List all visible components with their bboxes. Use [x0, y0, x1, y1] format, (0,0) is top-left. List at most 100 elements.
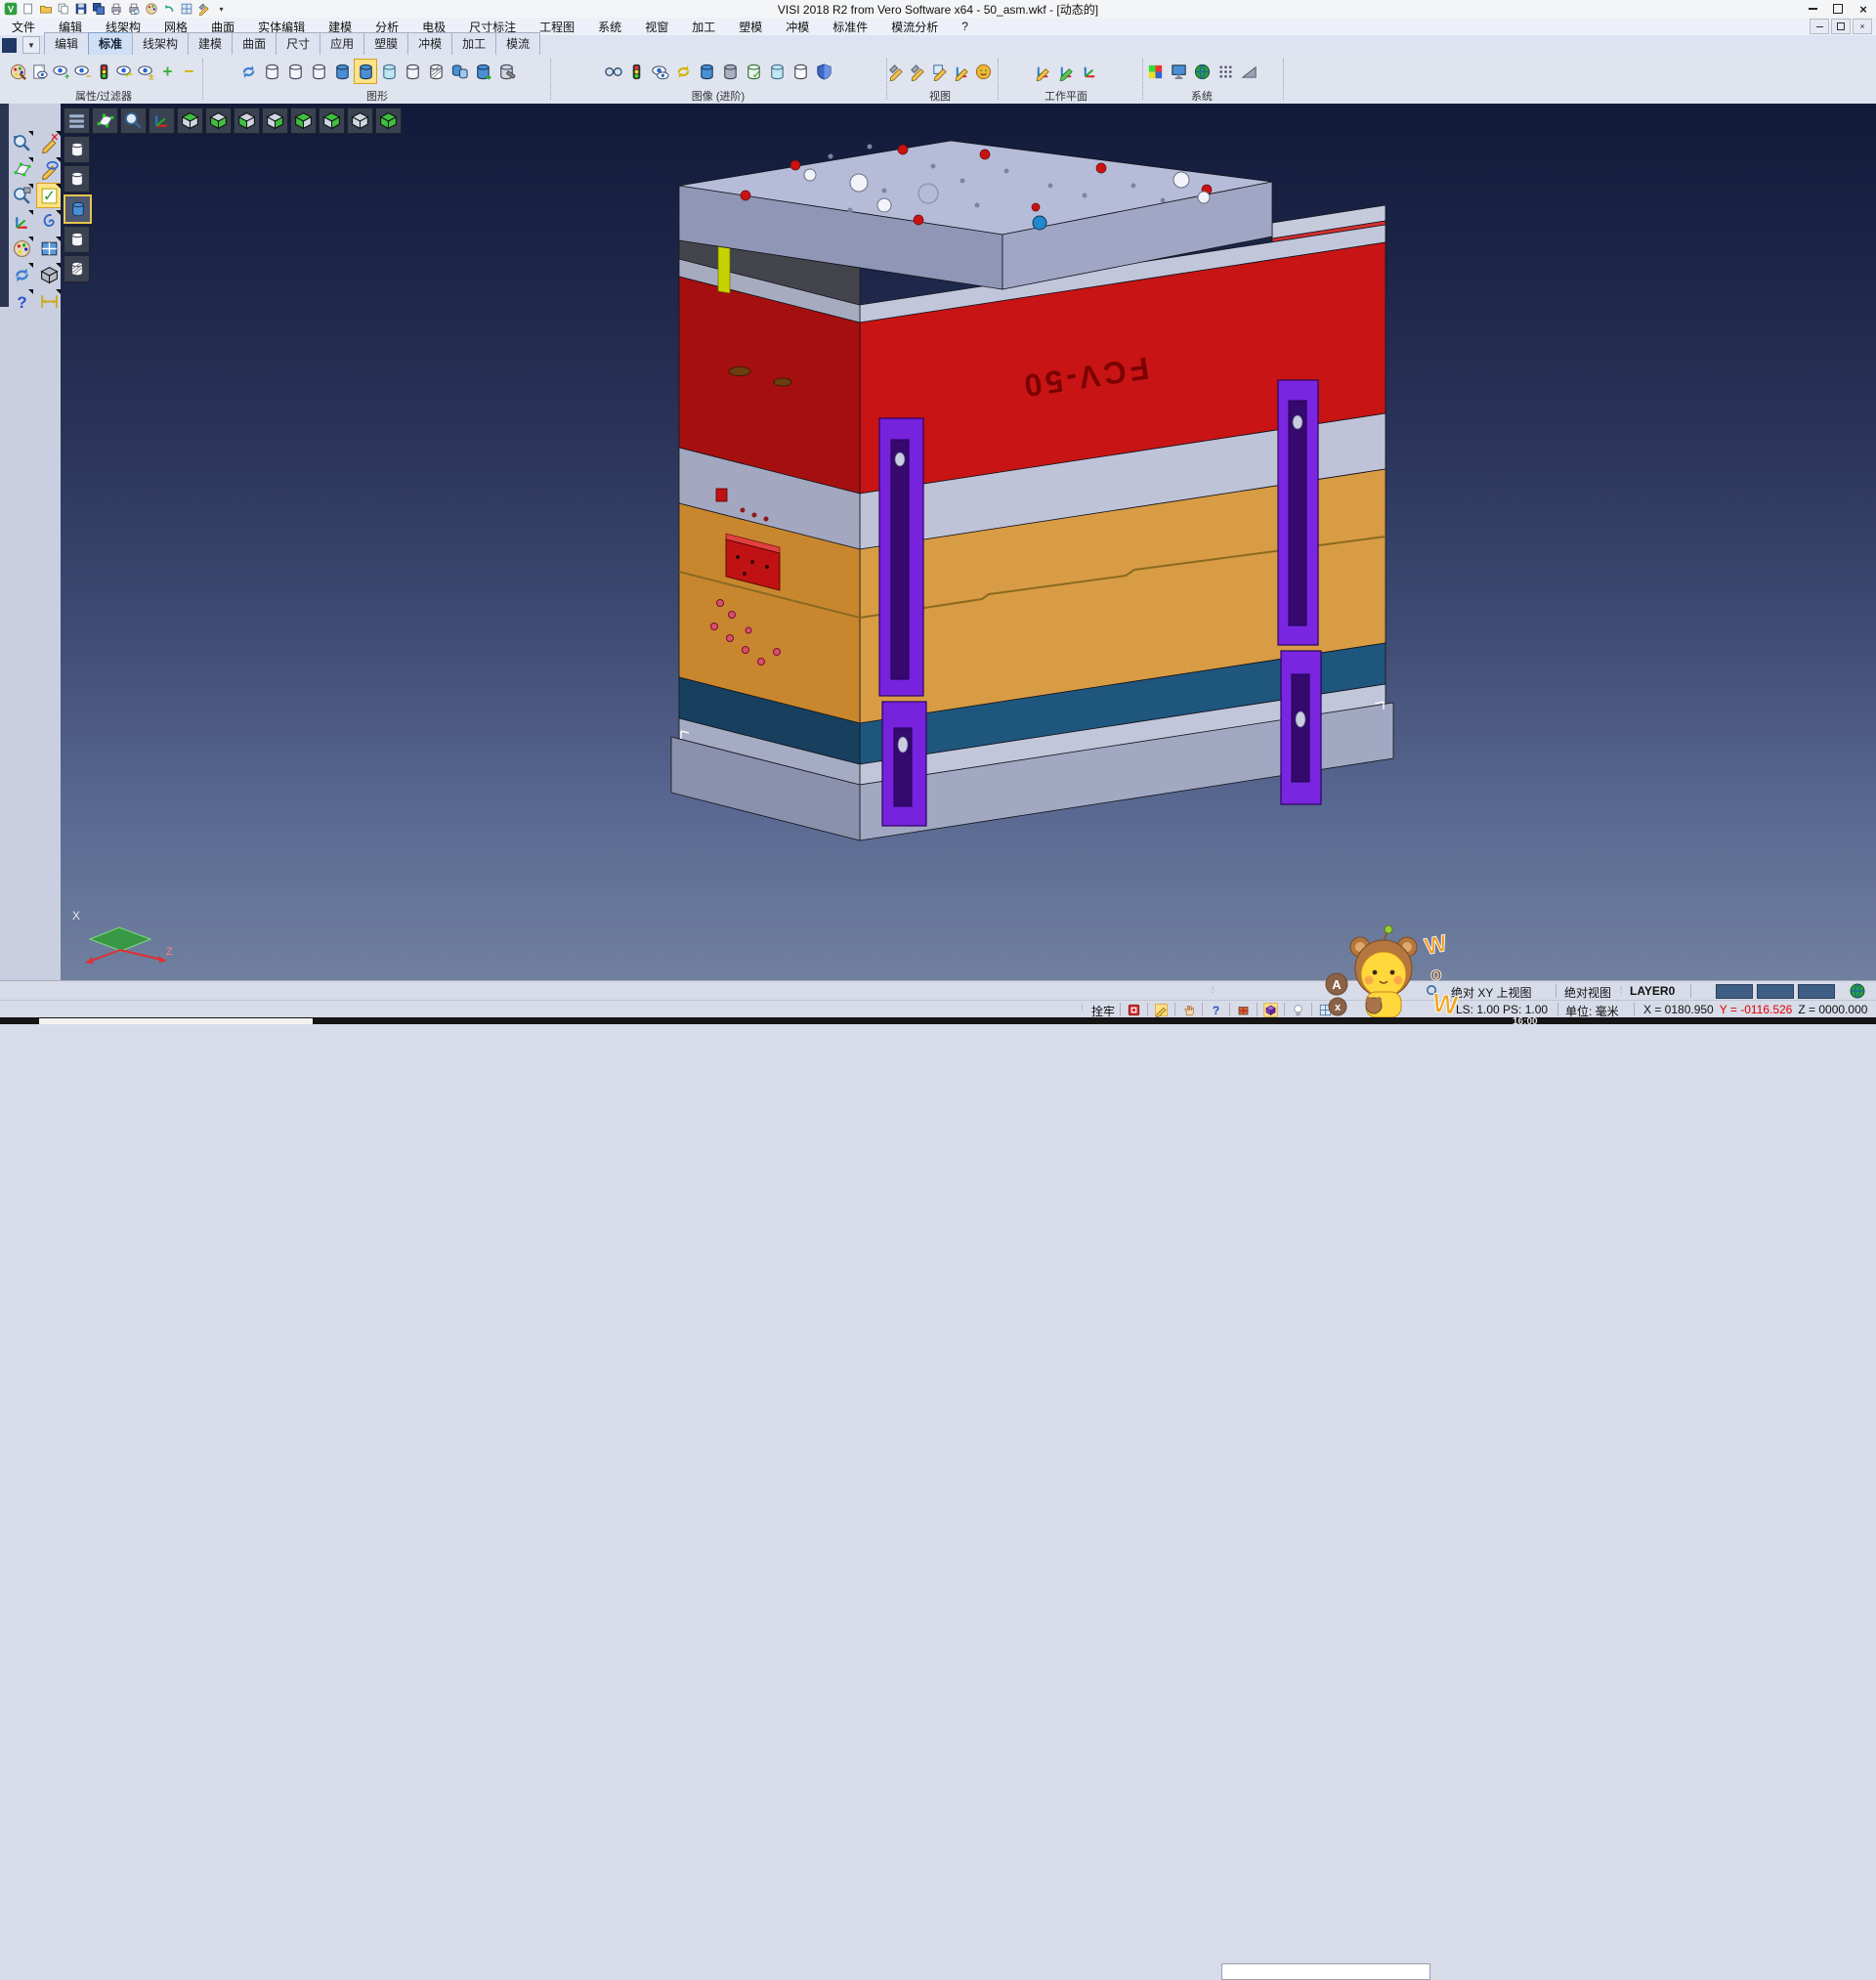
tab-建模[interactable]: 建模: [188, 32, 233, 55]
tab-线架构[interactable]: 线架构: [132, 32, 189, 55]
cube-right-icon[interactable]: [262, 108, 288, 134]
menu-item-15[interactable]: 冲模: [774, 18, 821, 36]
view-reference-label[interactable]: 绝对视图: [1564, 984, 1611, 1001]
cylinder-outline-icon[interactable]: [64, 136, 90, 163]
checkbox-green-icon[interactable]: ✓: [37, 184, 61, 207]
toolbar-options-dropdown-icon[interactable]: ▼: [22, 36, 40, 54]
clamp-red-icon[interactable]: [1126, 1002, 1142, 1017]
monitor-blue-icon[interactable]: [1167, 59, 1190, 84]
axes-triad-icon[interactable]: [10, 210, 33, 234]
pencil-delete-icon[interactable]: ×: [37, 131, 61, 154]
shield-blue-icon[interactable]: [812, 59, 835, 84]
eye-plusminus-icon[interactable]: ±: [136, 59, 157, 84]
print-icon[interactable]: [108, 2, 123, 16]
tab-编辑[interactable]: 编辑: [44, 32, 89, 55]
cube-bottom-icon[interactable]: [205, 108, 232, 134]
cylinder-hatched-icon[interactable]: [424, 59, 448, 84]
tab-标准[interactable]: 标准: [88, 32, 133, 55]
search-input[interactable]: [1221, 1963, 1430, 1980]
menu-item-13[interactable]: 加工: [680, 18, 727, 36]
column-check-icon[interactable]: ✓: [742, 59, 765, 84]
taskbar-item[interactable]: [39, 1018, 313, 1024]
cube-back-icon[interactable]: [319, 108, 345, 134]
maximize-button[interactable]: [1825, 1, 1851, 17]
open-file-icon[interactable]: [38, 2, 53, 16]
edit-yellow-icon[interactable]: [1153, 1002, 1170, 1017]
package-box-icon[interactable]: [1235, 1002, 1252, 1017]
column-blue-icon[interactable]: [695, 59, 718, 84]
eye-remove-icon[interactable]: −: [71, 59, 93, 84]
new-file-icon[interactable]: [21, 2, 35, 16]
tab-曲面[interactable]: 曲面: [232, 32, 277, 55]
tab-模流[interactable]: 模流: [495, 32, 540, 55]
refresh-blue-icon[interactable]: [10, 263, 33, 286]
cylinder-hatched-icon[interactable]: [64, 255, 90, 282]
globe-green-icon[interactable]: [1190, 59, 1214, 84]
color-grid-icon[interactable]: [1143, 59, 1167, 84]
save-file-icon[interactable]: [73, 2, 88, 16]
cube-left-icon[interactable]: [234, 108, 260, 134]
wrench-pencil-icon[interactable]: [907, 59, 928, 84]
pencil-grid-icon[interactable]: [929, 59, 951, 84]
close-button[interactable]: ×: [1851, 1, 1876, 17]
cylinder-wrench-icon[interactable]: [494, 59, 518, 84]
ramp-gray-icon[interactable]: [1237, 59, 1260, 84]
help-question-icon[interactable]: ?: [10, 289, 33, 313]
globe-icon[interactable]: [1850, 983, 1865, 999]
column-outline-icon[interactable]: [789, 59, 812, 84]
cylinder-blue-active-icon[interactable]: [64, 194, 92, 224]
grab-hand-icon[interactable]: [1180, 1002, 1197, 1017]
menu-item-0[interactable]: 文件: [0, 18, 47, 36]
tab-加工[interactable]: 加工: [451, 32, 496, 55]
tab-应用[interactable]: 应用: [320, 32, 364, 55]
axes-view-icon[interactable]: [149, 108, 175, 134]
pencil-ellipse-icon[interactable]: [37, 157, 61, 181]
cylinder-blue-icon[interactable]: [330, 59, 354, 84]
wrench-pencil-icon[interactable]: [885, 59, 907, 84]
grid-icon[interactable]: [179, 2, 193, 16]
eye-layers-icon[interactable]: [648, 59, 671, 84]
dot-grid-icon[interactable]: [1214, 59, 1237, 84]
cube-solid-icon[interactable]: [375, 108, 402, 134]
menu-item-18[interactable]: ?: [950, 19, 980, 34]
tab-冲模[interactable]: 冲模: [407, 32, 452, 55]
pencil-axis-icon[interactable]: [951, 59, 972, 84]
page-preview-icon[interactable]: [29, 59, 51, 84]
cylinder-outline-icon[interactable]: [401, 59, 424, 84]
cylinder-outline-icon[interactable]: [307, 59, 330, 84]
cylinder-outline-icon[interactable]: [64, 165, 90, 193]
cube-front-icon[interactable]: [290, 108, 317, 134]
menu-item-17[interactable]: 模流分析: [879, 18, 950, 36]
cylinder-stack-icon[interactable]: [448, 59, 471, 84]
spiral-curve-icon[interactable]: [37, 210, 61, 234]
mdi-close-button[interactable]: ×: [1853, 19, 1872, 34]
remove-yellow-icon[interactable]: −: [178, 59, 199, 84]
menu-item-14[interactable]: 塑模: [727, 18, 774, 36]
layer-bar-3[interactable]: [1798, 984, 1835, 999]
dimension-width-icon[interactable]: [37, 289, 61, 313]
refresh-yellow-icon[interactable]: [671, 59, 695, 84]
bulb-white-icon[interactable]: [1290, 1002, 1306, 1017]
axes-pencil-icon[interactable]: [1031, 59, 1054, 84]
axes-pencil-green-icon[interactable]: [1054, 59, 1078, 84]
cube-iso-icon[interactable]: [347, 108, 373, 134]
toolbar-more-dropdown-icon[interactable]: ▾: [214, 2, 229, 16]
copy-file-icon[interactable]: [56, 2, 70, 16]
palette-icon[interactable]: [144, 2, 158, 16]
undo-icon[interactable]: [161, 2, 176, 16]
cylinder-outline-icon[interactable]: [64, 226, 90, 253]
mdi-restore-button[interactable]: [1831, 19, 1851, 34]
menu-item-12[interactable]: 视窗: [633, 18, 680, 36]
zoom-solid-icon[interactable]: [10, 184, 33, 207]
column-gray-icon[interactable]: [718, 59, 742, 84]
axes-table-icon[interactable]: [1078, 59, 1101, 84]
smiley-ball-icon[interactable]: [973, 59, 995, 84]
eye-add-icon[interactable]: +: [51, 59, 72, 84]
traffic-light-icon[interactable]: [624, 59, 648, 84]
menu-item-16[interactable]: 标准件: [821, 18, 879, 36]
glasses-cut-icon[interactable]: [601, 59, 624, 84]
palette-brush-icon[interactable]: [8, 59, 29, 84]
zoom-arrows-icon[interactable]: [10, 131, 33, 154]
layer-bar-1[interactable]: [1716, 984, 1753, 999]
cylinder-blue-active-icon[interactable]: [354, 59, 377, 84]
